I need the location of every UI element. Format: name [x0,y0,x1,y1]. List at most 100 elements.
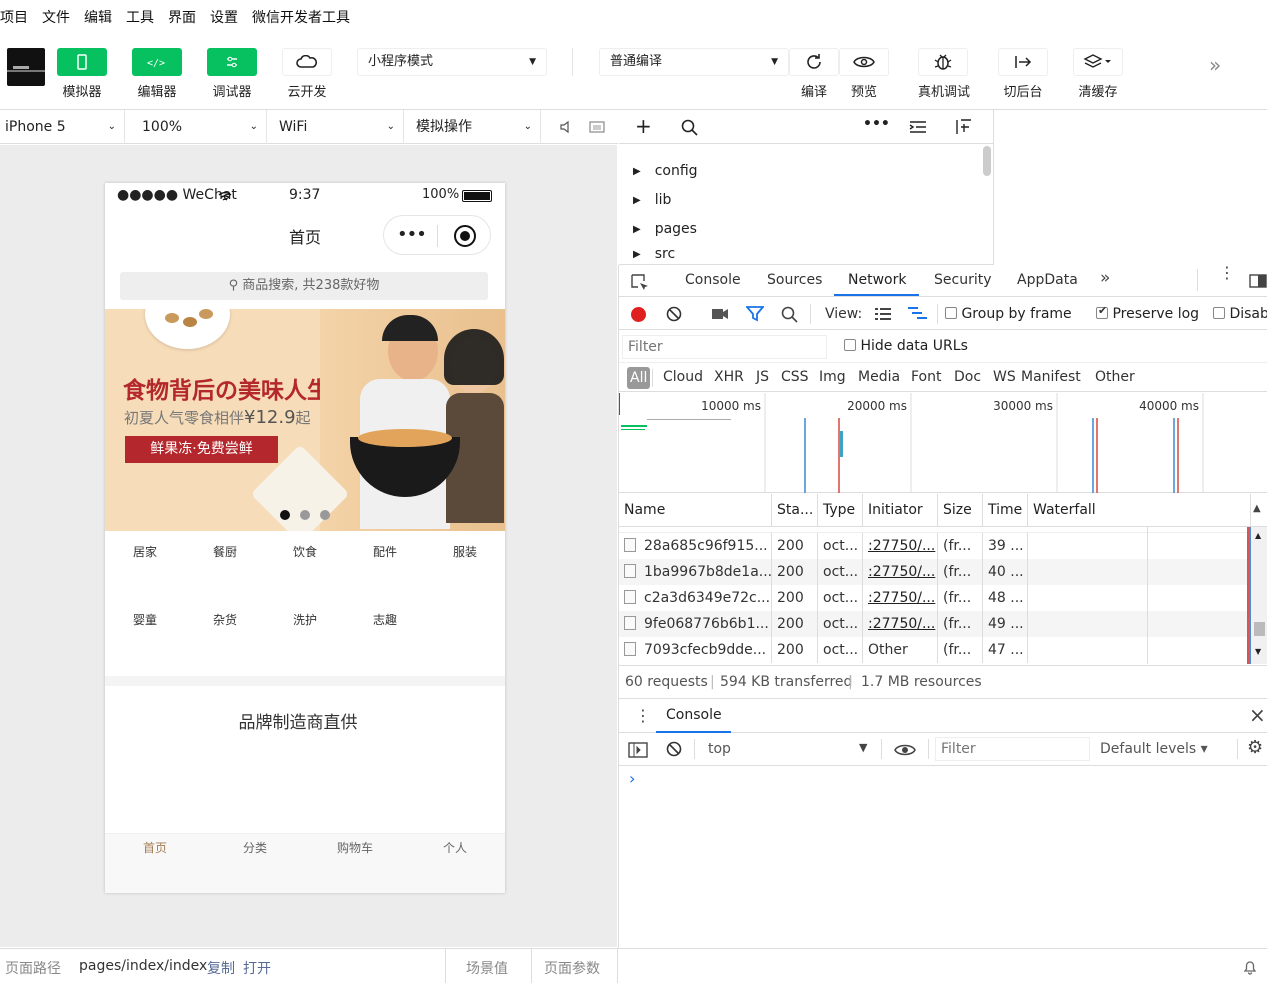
gear-icon[interactable]: ⚙ [1247,737,1263,758]
table-row[interactable]: 7093cfecb9dde... 200 oct... Other (fr... 47 .… [619,637,1251,663]
category-item[interactable]: 居家 [105,541,185,560]
col-waterfall[interactable]: Waterfall [1028,494,1251,526]
console-drawer-tab[interactable]: Console [666,707,722,723]
dock-icon[interactable] [1249,274,1267,288]
clear-cache-button[interactable]: 清缓存 [1073,48,1123,100]
col-time[interactable]: Time [983,494,1028,526]
col-status[interactable]: Sta... [772,494,818,526]
banner-cta-button[interactable]: 鲜果冻·免费尝鲜 [125,436,278,463]
more-dots-icon[interactable]: ••• [397,224,427,245]
simulator-button[interactable]: 模拟器 [57,48,107,100]
hide-data-urls-checkbox[interactable]: Hide data URLs [844,338,968,354]
tree-folder[interactable]: ▶ src [633,247,675,261]
debugger-button[interactable]: 调试器 [207,48,257,100]
preview-button[interactable]: 预览 [839,48,889,100]
menu-item-settings[interactable]: 设置 [210,7,238,27]
devtools-tab-appdata[interactable]: AppData [1017,272,1078,288]
log-levels-select[interactable]: Default levels ▾ [1100,741,1208,757]
close-capsule-icon[interactable] [454,225,476,247]
category-item[interactable]: 志趣 [345,609,425,628]
category-item[interactable]: 婴童 [105,609,185,628]
compile-button[interactable]: 编译 [789,48,839,100]
category-item[interactable]: 洗护 [265,609,345,628]
search-bar[interactable]: ⚲ 商品搜索, 共238款好物 [120,272,488,300]
sort-up-icon[interactable]: ▲ [1253,503,1261,514]
type-filter-doc[interactable]: Doc [954,369,981,385]
console-filter-input[interactable] [935,737,1090,761]
split-panel-icon[interactable] [955,118,973,136]
type-filter-ws[interactable]: WS [993,369,1016,385]
table-row[interactable]: c2a3d6349e72c... 200 oct...:27750/... (fr..… [619,585,1251,611]
kebab-menu-icon[interactable]: ⋮ [635,706,651,725]
network-overview-timeline[interactable]: 10000 ms 20000 ms 30000 ms 40000 ms [618,393,1267,493]
network-select[interactable]: WiFi ⌄ [274,110,404,144]
type-filter-font[interactable]: Font [911,369,941,385]
col-size[interactable]: Size [938,494,983,526]
preserve-log-checkbox[interactable]: ✔ Preserve log [1096,304,1199,322]
promo-banner[interactable]: 食物背后の美味人生 初夏人气零食相伴¥12.9起 鲜果冻·免费尝鲜 [105,309,505,531]
table-row[interactable]: 28a685c96f915... 200 oct...:27750/... (fr..… [619,533,1251,559]
type-filter-cloud[interactable]: Cloud [663,369,703,385]
remote-debug-button[interactable]: 真机调试 [918,48,970,100]
category-item[interactable]: 配件 [345,541,425,560]
avatar[interactable] [7,48,45,86]
tab-profile[interactable]: 个人 [405,838,505,856]
context-select[interactable]: top [708,741,731,757]
mode-select[interactable]: 小程序模式 ▼ [357,48,547,76]
simulate-select[interactable]: 模拟操作 ⌄ [411,110,541,144]
type-filter-all[interactable]: All [627,367,651,389]
menu-item-file[interactable]: 文件 [42,7,70,27]
device-select[interactable]: iPhone 5 ⌄ [0,110,125,144]
type-filter-other[interactable]: Other [1095,369,1135,385]
clear-icon[interactable] [666,306,682,322]
sidebar-toggle-icon[interactable] [628,742,648,758]
cell-initiator[interactable]: :27750/... [863,533,938,559]
kebab-menu-icon[interactable]: ⋮ [1219,265,1235,281]
caret-right-icon[interactable]: ▶ [633,249,641,260]
type-filter-js[interactable]: JS [756,369,769,385]
tree-folder[interactable]: ▶ pages [633,218,697,240]
screen-icon[interactable] [589,121,605,133]
menu-item-edit[interactable]: 编辑 [84,7,112,27]
tree-scrollbar[interactable] [983,146,991,176]
volume-icon[interactable] [558,120,572,134]
inspect-element-icon[interactable] [631,274,649,292]
type-filter-manifest[interactable]: Manifest [1021,369,1081,385]
tab-category[interactable]: 分类 [205,838,305,856]
table-scrollbar[interactable]: ▲ ▼ [1251,527,1267,664]
devtools-tab-network[interactable]: Network [848,272,906,288]
more-chevron-icon[interactable]: » [1209,53,1221,77]
caret-right-icon[interactable]: ▶ [633,195,641,206]
cloud-button[interactable]: 云开发 [282,48,332,100]
tree-folder[interactable]: ▶ config [633,160,698,182]
menu-item-devtools[interactable]: 微信开发者工具 [252,7,350,27]
compile-select[interactable]: 普通编译 ▼ [599,48,789,76]
close-icon[interactable]: × [1249,703,1266,727]
record-icon[interactable] [631,307,646,322]
bell-icon[interactable] [1242,959,1258,975]
filter-input[interactable] [622,335,827,359]
group-by-frame-checkbox[interactable]: Group by frame [945,306,1072,322]
category-item[interactable]: 杂货 [185,609,265,628]
tab-cart[interactable]: 购物车 [305,838,405,856]
tree-folder[interactable]: ▶ lib [633,189,671,211]
search-icon[interactable] [681,119,699,137]
more-dots-icon[interactable]: ••• [863,116,890,132]
col-name[interactable]: Name [619,494,772,526]
menu-item-view[interactable]: 界面 [168,7,196,27]
waterfall-view-icon[interactable] [907,307,929,321]
console-output[interactable]: › [619,767,1267,948]
zoom-select[interactable]: 100% ⌄ [137,110,267,144]
devtools-tab-security[interactable]: Security [934,272,992,288]
collapse-list-icon[interactable] [909,120,927,134]
devtools-tab-sources[interactable]: Sources [767,272,822,288]
capsule-button[interactable]: ••• [383,215,491,255]
category-item[interactable]: 饮食 [265,541,345,560]
category-item[interactable]: 服装 [425,541,505,560]
editor-button[interactable]: </> 编辑器 [132,48,182,100]
cell-initiator[interactable]: :27750/... [863,585,938,611]
tab-home[interactable]: 首页 [105,838,205,856]
camera-icon[interactable] [711,308,729,320]
chevron-down-icon[interactable]: ▼ [859,741,867,754]
list-view-icon[interactable] [874,308,892,320]
